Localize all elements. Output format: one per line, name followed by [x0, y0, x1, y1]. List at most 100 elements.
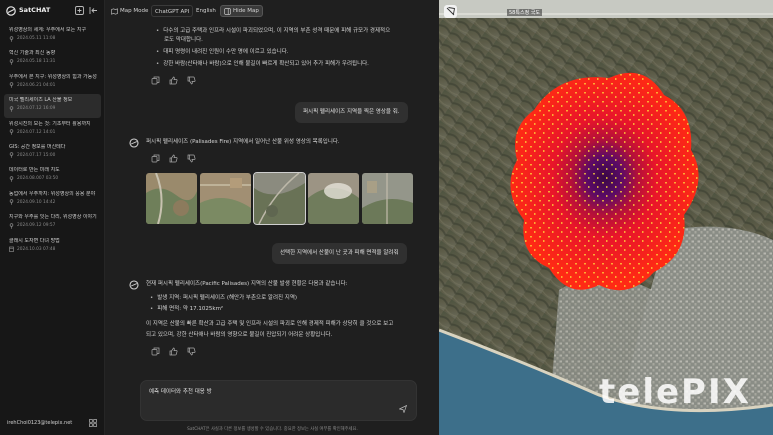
chat-date: 2024.10.03 07:48: [17, 246, 56, 252]
chat-date: 2024.07.12 14:01: [17, 129, 56, 135]
pin-icon: [9, 176, 14, 182]
chat-title: GIS: 공간 정보를 머신테다: [9, 143, 66, 150]
chat-title: 우주에서 본 지구: 위성영상의 힘과 가능성: [9, 73, 97, 80]
app-title: SatCHAT: [19, 6, 51, 14]
chat-history-item[interactable]: GIS: 공간 정보를 머신테다 2024.07.17 15:00: [4, 141, 101, 164]
satellite-thumbnail[interactable]: [146, 173, 197, 224]
pin-icon: [9, 105, 14, 112]
chat-date: 2024.09.10 14:42: [17, 199, 56, 205]
message-input[interactable]: 예측 데이터와 추천 대응 방: [140, 380, 417, 421]
chat-date: 2024.05.18 11:31: [17, 59, 56, 65]
chat-history-item[interactable]: 농업에서 우주까지: 위성영상의 응용 분야 2024.09.10 14:42: [4, 188, 101, 211]
hide-map-label: Hide Map: [233, 8, 259, 14]
sidebar: SatCHAT 위성영상의 세계: 우주에서 보는 지구 2024.05.11 …: [0, 0, 105, 435]
user-email[interactable]: irehChoi0123@telepix.net: [7, 420, 72, 426]
collapse-sidebar-icon[interactable]: [88, 5, 99, 16]
pin-icon: [9, 82, 14, 89]
satellite-thumbnail[interactable]: [362, 173, 413, 224]
pin-icon: [9, 59, 14, 65]
chat-history-item[interactable]: 혁신 기술과 최신 동향 2024.05.18 11:31: [4, 47, 101, 70]
copy-icon[interactable]: [151, 154, 160, 163]
pin-icon: [9, 152, 14, 159]
disclaimer-text: SatCHAT은 사실과 다른 정보를 생성할 수 있습니다. 중요한 정보는 …: [187, 427, 358, 432]
thumbs-down-icon[interactable]: [187, 347, 196, 356]
chat-history-item[interactable]: 데이터로 만든 미래 지도 2024.08.007 03:50: [4, 164, 101, 187]
telepix-watermark: telePIX: [599, 372, 751, 412]
message-bullet: 대피 명령이 내려진 인원이 수만 명에 이르고 있습니다.: [156, 49, 288, 56]
message-actions: [151, 347, 196, 356]
chat-panel: 다수의 고급 주택과 인프라 시설이 파괴되었으며, 이 지역의 부촌 성격 때…: [106, 22, 439, 435]
chat-history-list: 위성영상의 세계: 우주에서 보는 지구 2024.05.11 11:08 혁신…: [4, 24, 101, 258]
sidebar-header: SatCHAT: [0, 0, 105, 22]
assistant-message: 퍼시픽 펠리세이즈 (Palisades Fire) 지역에서 일어난 산불 위…: [146, 139, 340, 145]
thumbs-up-icon[interactable]: [169, 154, 178, 163]
new-chat-icon[interactable]: [74, 5, 85, 16]
message-input-value: 예측 데이터와 추천 대응 방: [149, 389, 212, 395]
thumbs-down-icon[interactable]: [187, 76, 196, 85]
chat-history-item[interactable]: 위성시진의 모든 것: 기초부터 활용까지 2024.07.12 14:01: [4, 118, 101, 141]
map-place-label: 58특스정 국도: [507, 9, 542, 16]
copy-icon[interactable]: [151, 347, 160, 356]
chat-title: 지구와 우주를 잇는 다리, 위성영상 이야기: [9, 214, 97, 221]
message-bullet: 피해 면적: 약 17.1025km²: [150, 306, 223, 313]
satellite-thumbnail[interactable]: [308, 173, 359, 224]
satellite-image-gallery: [146, 172, 413, 225]
assistant-paragraph: 되고 있으며, 강한 산타애나 바람의 영향으로 불길이 진압되기 어려운 상황…: [146, 332, 333, 338]
map-mode-toggle[interactable]: Map Mode: [108, 5, 151, 17]
message-bullet: 다수의 고급 주택과 인프라 시설이 파괴되었으며, 이 지역의 부촌 성격 때…: [156, 28, 390, 35]
satellite-map[interactable]: 58특스정 국도 telePIX: [439, 0, 773, 435]
send-icon[interactable]: [399, 405, 407, 413]
chat-date: 2024.07.12 16:09: [17, 106, 56, 112]
chat-history-item[interactable]: 클래시 도자변 다녀 방법 2024.10.03 07:48: [4, 235, 101, 258]
top-toolbar: Map Mode ChatGPT API English Hide Map: [106, 0, 439, 22]
user-message: 퍼시픽 펠리세이즈 지역을 찍은 영상을 줘.: [295, 102, 408, 123]
message-actions: [151, 76, 196, 85]
hide-map-icon: [224, 7, 231, 15]
chat-title: 농업에서 우주까지: 위성영상의 응용 분야: [9, 190, 96, 197]
message-bullet-cont: 로도 막대합니다.: [164, 37, 203, 43]
layers-icon: [446, 7, 456, 16]
apps-grid-icon[interactable]: [89, 419, 97, 427]
message-actions: [151, 154, 196, 163]
satellite-thumbnail-selected[interactable]: [253, 172, 306, 225]
chatgpt-api-button[interactable]: ChatGPT API: [151, 5, 194, 17]
assistant-message: 현재 퍼시픽 펠리세이즈(Pacific Palisades) 지역의 산불 발…: [146, 281, 348, 287]
pin-icon: [9, 222, 14, 229]
language-button[interactable]: English: [193, 5, 219, 17]
chat-title: 위성시진의 모든 것: 기초부터 활용까지: [9, 120, 91, 127]
chat-title: 미국 펠리세이즈 LA 산불 정보: [9, 97, 73, 104]
assistant-avatar-icon: [129, 138, 139, 148]
sidebar-footer: irehChoi0123@telepix.net: [0, 413, 105, 435]
chat-history-item-active[interactable]: 미국 펠리세이즈 LA 산불 정보 2024.07.12 16:09: [4, 94, 101, 118]
hide-map-button[interactable]: Hide Map: [220, 5, 263, 17]
message-bullet: 강한 바람(산타애나 바람)으로 인해 불길이 빠르게 확산되고 있어 추가 피…: [156, 61, 369, 68]
map-mode-label: Map Mode: [120, 8, 149, 14]
message-bullet: 발생 지역: 퍼시픽 펠리세이즈 (해안가 부촌으로 알려진 지역): [150, 295, 297, 302]
satchat-logo-icon: [6, 6, 16, 16]
thumbs-up-icon[interactable]: [169, 347, 178, 356]
map-canvas: [439, 0, 773, 435]
chat-history-item[interactable]: 지구와 우주를 잇는 다리, 위성영상 이야기 2024.09.12 09:57: [4, 211, 101, 234]
chat-date: 2024.08.007 03:50: [17, 176, 59, 182]
chat-title: 데이터로 만든 미래 지도: [9, 167, 60, 174]
pin-icon: [9, 129, 14, 135]
map-icon: [111, 7, 118, 15]
calendar-icon: [9, 246, 14, 252]
chat-date: 2024.05.11 11:08: [17, 36, 56, 41]
map-layer-button[interactable]: [444, 5, 457, 18]
chat-history-item[interactable]: 위성영상의 세계: 우주에서 보는 지구 2024.05.11 11:08: [4, 24, 101, 47]
assistant-avatar-icon: [129, 280, 139, 290]
chat-history-item[interactable]: 우주에서 본 지구: 위성영상의 힘과 가능성 2024.06.21 04:01: [4, 71, 101, 94]
chat-date: 2024.06.21 04:01: [17, 82, 56, 88]
chat-date: 2024.07.17 15:00: [17, 152, 56, 158]
pin-icon: [9, 199, 14, 206]
assistant-paragraph: 이 지역은 산불의 빠른 확산과 고급 주택 및 인프라 시설의 파괴로 인해 …: [146, 321, 394, 327]
chat-title: 클래시 도자변 다녀 방법: [9, 237, 60, 244]
copy-icon[interactable]: [151, 76, 160, 85]
thumbs-down-icon[interactable]: [187, 154, 196, 163]
chat-title: 위성영상의 세계: 우주에서 보는 지구: [9, 27, 87, 33]
chat-date: 2024.09.12 09:57: [17, 223, 56, 229]
thumbs-up-icon[interactable]: [169, 76, 178, 85]
satellite-thumbnail[interactable]: [200, 173, 251, 224]
pin-icon: [9, 35, 14, 42]
